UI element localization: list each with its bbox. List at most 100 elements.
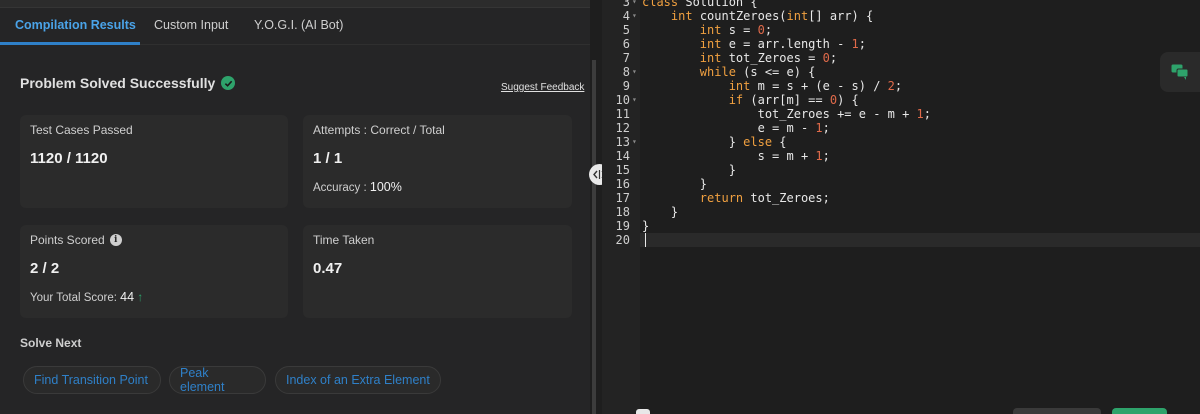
tab-custom-input[interactable]: Custom Input	[154, 18, 228, 32]
bottom-action-button[interactable]	[1013, 408, 1101, 414]
points-value: 2 / 2	[30, 260, 60, 277]
code-text: int tot_Zeroes = 0;	[699, 51, 838, 65]
code-line: 7 int tot_Zeroes = 0;	[602, 51, 1200, 65]
code-line: 4 ▾ int countZeroes(int[] arr) {	[602, 9, 1200, 23]
tab-yogi-ai-bot[interactable]: Y.O.G.I. (AI Bot)	[254, 18, 343, 32]
text-cursor	[645, 233, 646, 247]
code-line: 8 ▾ while (s <= e) {	[602, 65, 1200, 79]
points-label: Points Scored	[30, 233, 105, 247]
solve-next-index-extra-element[interactable]: Index of an Extra Element	[275, 366, 441, 394]
top-strip	[0, 0, 590, 8]
line-number: 13	[615, 135, 630, 149]
points-card: Points Scored i 2 / 2 Your Total Score: …	[20, 225, 288, 318]
code-text: int m = s + (e - s) / 2;	[728, 79, 903, 93]
line-number: 14	[615, 149, 630, 163]
check-circle-icon	[221, 76, 236, 90]
code-line: 9 int m = s + (e - s) / 2;	[602, 79, 1200, 93]
bottom-submit-button[interactable]	[1112, 408, 1167, 414]
resize-track[interactable]	[592, 60, 596, 414]
line-number: 5	[622, 23, 630, 37]
code-editor[interactable]: 3 ▾ class Solution {4 ▾ int countZeroes(int…	[602, 0, 1200, 414]
accuracy-value: 100%	[369, 180, 402, 194]
results-tabs: Compilation Results Custom Input Y.O.G.I…	[0, 8, 590, 45]
line-number: 7	[622, 51, 630, 65]
code-line: 18 }	[602, 205, 1200, 219]
solve-next-peak-element[interactable]: Peak element	[169, 366, 266, 394]
line-number: 8	[622, 65, 630, 79]
attempts-value: 1 / 1	[313, 150, 343, 167]
fold-arrow-icon[interactable]: ▾	[632, 65, 637, 79]
fold-arrow-icon[interactable]: ▾	[632, 135, 637, 149]
total-score-value: 44	[120, 290, 135, 304]
bottom-toggle[interactable]	[636, 409, 650, 414]
arrow-up-icon: ↑	[137, 290, 144, 304]
total-score-row: Your Total Score: 44 ↑	[30, 290, 143, 304]
code-line: 12 e = m - 1;	[602, 121, 1200, 135]
line-number: 12	[615, 121, 630, 135]
tab-compilation-results[interactable]: Compilation Results	[15, 18, 136, 32]
code-text: }	[642, 219, 650, 233]
line-number: 15	[615, 163, 630, 177]
line-number: 11	[615, 107, 630, 121]
line-number: 4	[622, 9, 630, 23]
code-line: 17 return tot_Zeroes;	[602, 191, 1200, 205]
time-taken-value: 0.47	[313, 260, 343, 277]
code-line: 6 int e = arr.length - 1;	[602, 37, 1200, 51]
line-number: 18	[615, 205, 630, 219]
chat-button[interactable]	[1160, 52, 1200, 92]
line-number: 20	[615, 233, 630, 247]
points-label-row: Points Scored i	[30, 233, 122, 247]
code-text: tot_Zeroes += e - m + 1;	[642, 107, 932, 121]
code-text: }	[642, 205, 679, 219]
code-line: 11 tot_Zeroes += e - m + 1;	[602, 107, 1200, 121]
time-taken-label: Time Taken	[313, 233, 375, 247]
fold-arrow-icon[interactable]: ▾	[632, 9, 637, 23]
solve-next-heading: Solve Next	[20, 336, 82, 350]
code-text: } else {	[642, 135, 787, 149]
line-number: 10	[615, 93, 630, 107]
problem-solved-heading: Problem Solved Successfully	[20, 75, 236, 91]
app-root: Compilation Results Custom Input Y.O.G.I…	[0, 0, 1200, 414]
line-number: 16	[615, 177, 630, 191]
code-line: 14 s = m + 1;	[602, 149, 1200, 163]
code-text: int countZeroes(int[] arr) {	[670, 9, 874, 23]
code-text: s = m + 1;	[642, 149, 830, 163]
code-text: if (arr[m] == 0) {	[728, 93, 859, 107]
code-line: 13 ▾ } else {	[602, 135, 1200, 149]
test-cases-value: 1120 / 1120	[30, 150, 108, 167]
fold-arrow-icon[interactable]: ▾	[632, 0, 637, 9]
problem-solved-text: Problem Solved Successfully	[20, 75, 216, 91]
chat-bubbles-icon	[1171, 64, 1189, 80]
line-number: 3	[622, 0, 630, 9]
code-text: e = m - 1;	[642, 121, 830, 135]
accuracy-label: Accuracy :	[313, 182, 367, 194]
code-text: return tot_Zeroes;	[699, 191, 830, 205]
code-line: 19}	[602, 219, 1200, 233]
line-number: 17	[615, 191, 630, 205]
time-taken-card: Time Taken 0.47	[303, 225, 572, 318]
fold-arrow-icon[interactable]: ▾	[632, 93, 637, 107]
solve-next-find-transition-point[interactable]: Find Transition Point	[23, 366, 161, 394]
code-text: }	[642, 177, 708, 191]
accuracy-row: Accuracy : 100%	[313, 180, 402, 194]
line-number: 6	[622, 37, 630, 51]
code-text: while (s <= e) {	[699, 65, 816, 79]
test-cases-card: Test Cases Passed 1120 / 1120	[20, 115, 288, 208]
attempts-card: Attempts : Correct / Total 1 / 1 Accurac…	[303, 115, 572, 208]
line-number: 9	[622, 79, 630, 93]
total-score-label: Your Total Score:	[30, 292, 117, 304]
attempts-label: Attempts : Correct / Total	[313, 123, 445, 137]
code-text: int s = 0;	[699, 23, 773, 37]
code-line: 3 ▾ class Solution {	[602, 0, 1200, 9]
code-line: 16 }	[602, 177, 1200, 191]
code-text: }	[642, 163, 736, 177]
active-tab-indicator	[0, 42, 140, 45]
code-line: 5 int s = 0;	[602, 23, 1200, 37]
results-panel: Compilation Results Custom Input Y.O.G.I…	[0, 0, 590, 414]
info-icon[interactable]: i	[109, 234, 122, 246]
code-text: int e = arr.length - 1;	[699, 37, 866, 51]
code-text: class Solution {	[642, 0, 758, 9]
code-line: 15 }	[602, 163, 1200, 177]
test-cases-label: Test Cases Passed	[30, 123, 133, 137]
suggest-feedback-link[interactable]: Suggest Feedback	[501, 82, 584, 93]
